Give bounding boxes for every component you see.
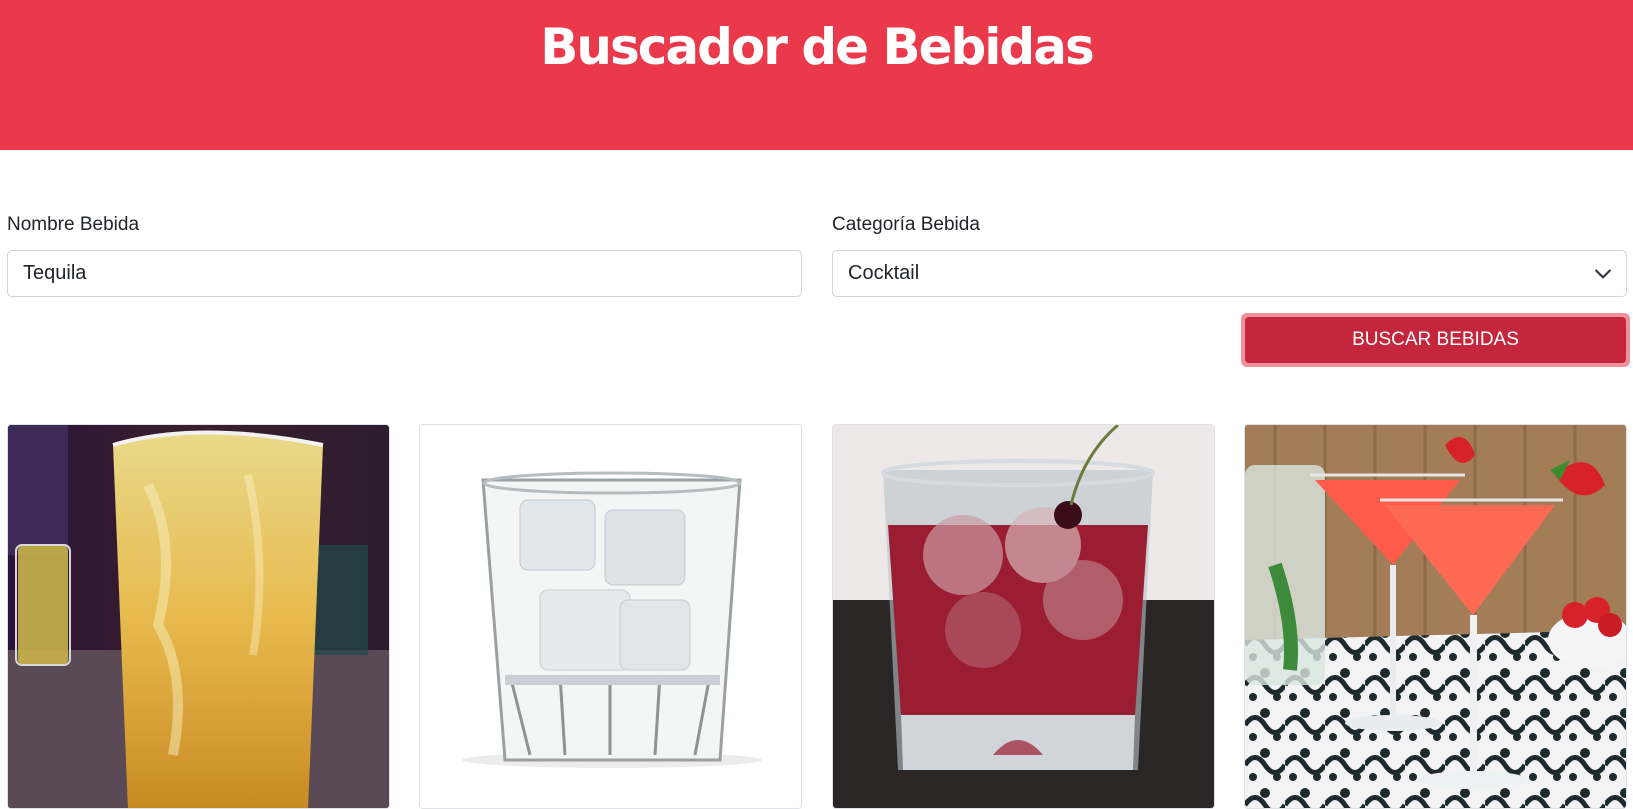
drink-card[interactable] [1244,424,1627,809]
page-title: Buscador de Bebidas [540,18,1094,76]
name-label: Nombre Bebida [7,214,140,235]
search-button-label: BUSCAR BEBIDAS [1245,317,1626,363]
clear-drink-ice-photo [420,425,801,808]
drink-name-value: Tequila [23,262,87,284]
chevron-down-icon [1595,269,1611,279]
category-label: Categoría Bebida [832,214,980,235]
page-header: Buscador de Bebidas [0,0,1633,150]
drink-card[interactable] [419,424,802,809]
red-drink-cherry-photo [833,425,1214,808]
search-button[interactable]: BUSCAR BEBIDAS [1241,313,1630,367]
drink-card[interactable] [7,424,390,809]
category-value: Cocktail [848,262,920,284]
orange-cocktail-photo [8,425,389,808]
drink-name-input[interactable]: Tequila [7,250,802,297]
drink-card[interactable] [832,424,1215,809]
category-select[interactable]: Cocktail [832,250,1627,297]
strawberry-martini-photo [1245,425,1626,808]
